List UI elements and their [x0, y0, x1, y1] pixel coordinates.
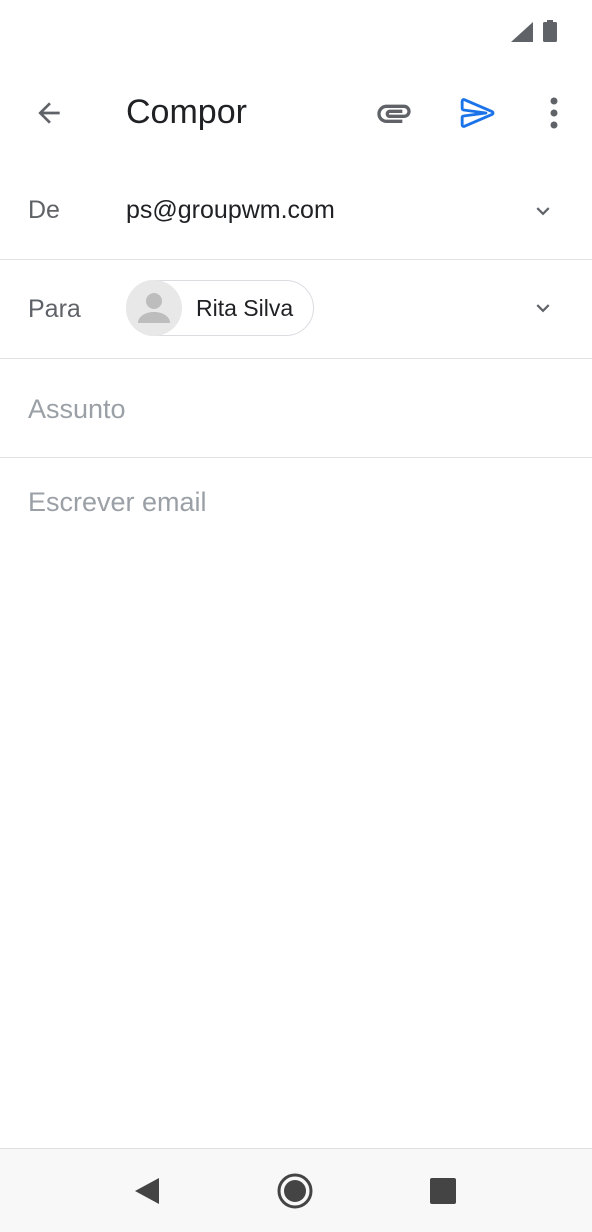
body-input[interactable]: [28, 480, 564, 1120]
more-vert-icon: [550, 97, 558, 129]
to-label: Para: [28, 295, 81, 323]
from-label: De: [28, 196, 60, 224]
back-button[interactable]: [26, 90, 72, 136]
status-bar: [0, 0, 592, 64]
chevron-down-icon: [536, 207, 550, 216]
subject-row: [0, 359, 592, 458]
nav-recents-button[interactable]: [421, 1169, 465, 1213]
from-address[interactable]: ps@groupwm.com: [126, 196, 335, 225]
nav-home-button[interactable]: [273, 1169, 317, 1213]
attach-button[interactable]: [370, 90, 418, 136]
cell-signal-icon: [511, 22, 533, 42]
avatar: [126, 280, 182, 336]
battery-icon: [543, 20, 557, 42]
recipient-chip[interactable]: Rita Silva: [126, 280, 315, 336]
send-icon: [460, 98, 495, 128]
from-expand-button[interactable]: [526, 194, 560, 228]
more-options-button[interactable]: [536, 90, 572, 136]
recipient-chip-label: Rita Silva: [196, 294, 294, 321]
compose-screen: Compor De ps@groupwm.com Para Rita Silva…: [0, 0, 592, 1232]
chevron-down-icon: [536, 304, 550, 313]
nav-back-triangle-icon: [135, 1178, 159, 1204]
nav-home-circle-icon: [277, 1173, 313, 1209]
to-expand-button[interactable]: [526, 291, 560, 325]
paperclip-icon: [377, 104, 411, 123]
arrow-back-icon: [38, 102, 60, 124]
person-icon: [138, 293, 170, 323]
nav-back-button[interactable]: [124, 1169, 168, 1213]
from-row: De ps@groupwm.com: [0, 162, 592, 260]
nav-recents-square-icon: [430, 1178, 456, 1204]
to-row: Para Rita Silva: [0, 260, 592, 359]
app-bar: Compor: [0, 64, 592, 160]
subject-input[interactable]: [28, 389, 548, 429]
system-nav-bar: [0, 1148, 592, 1232]
send-button[interactable]: [454, 90, 502, 136]
page-title: Compor: [126, 93, 247, 131]
